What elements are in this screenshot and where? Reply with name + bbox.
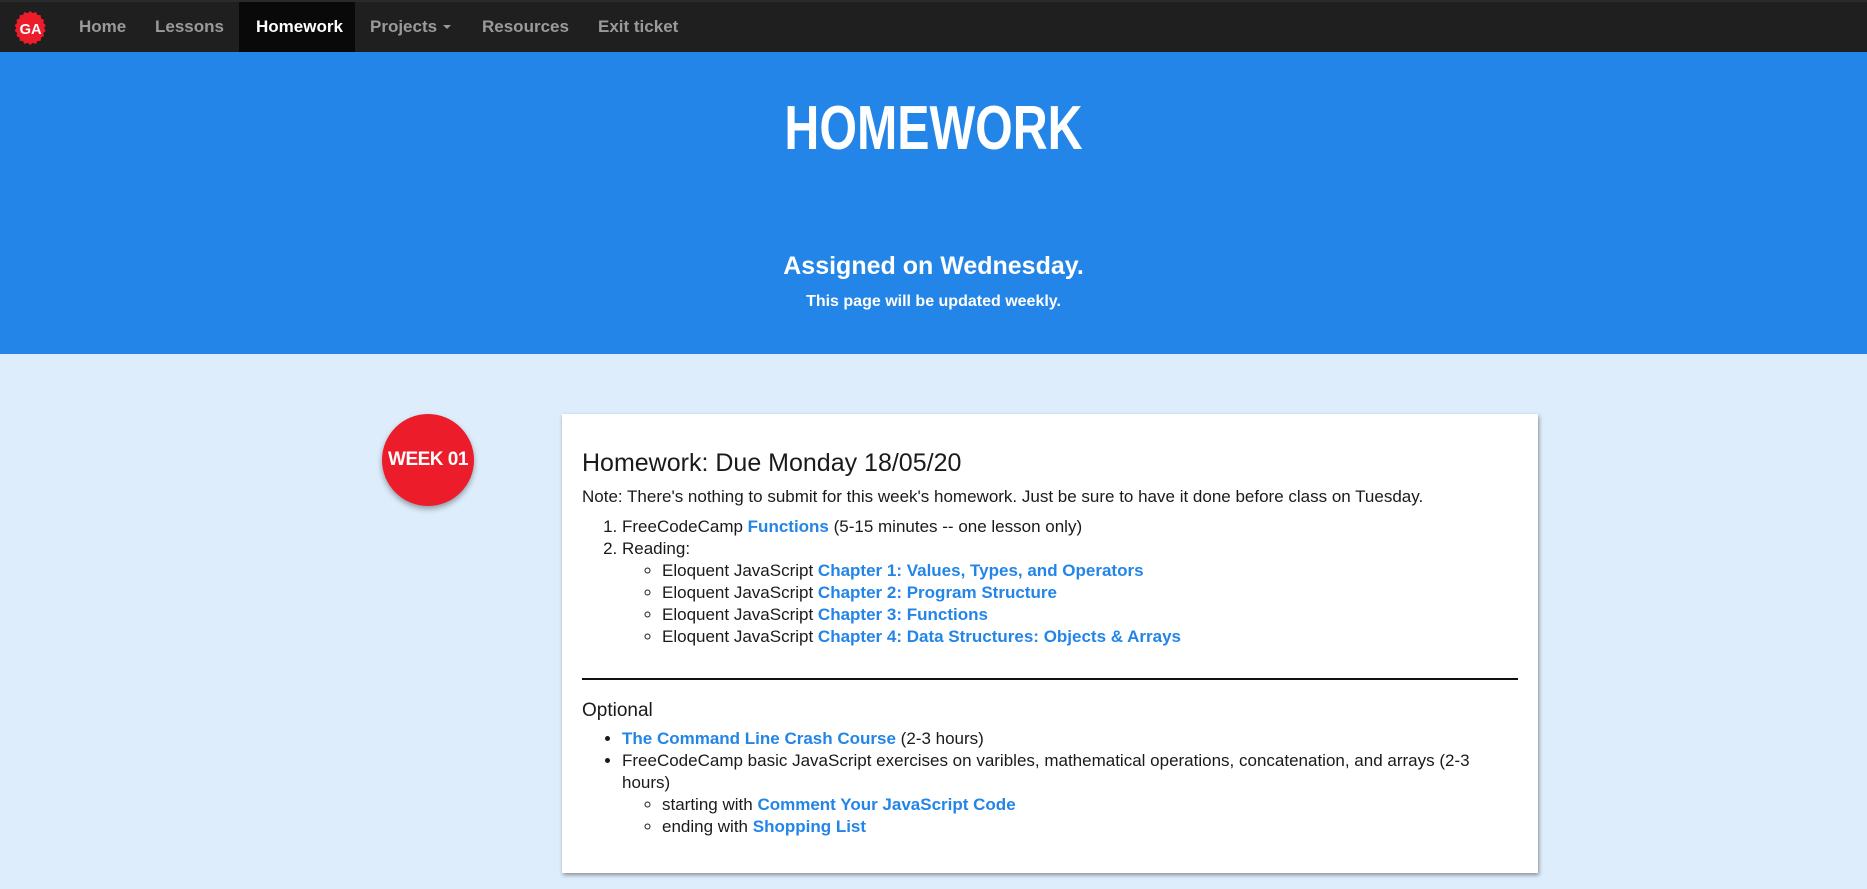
item-text: (2-3 hours)	[895, 729, 984, 748]
chapter-3-link[interactable]: Chapter 3: Functions	[818, 605, 988, 624]
item-text: Eloquent JavaScript	[662, 605, 818, 624]
list-item: Eloquent JavaScript Chapter 4: Data Stru…	[662, 626, 1518, 648]
nav-lessons[interactable]: Lessons	[155, 2, 224, 52]
update-note: This page will be updated weekly.	[806, 293, 1061, 310]
ga-logo-icon[interactable]: GA	[14, 11, 48, 45]
assigned-day: Assigned on Wednesday.	[783, 252, 1084, 280]
homework-note: Note: There's nothing to submit for this…	[582, 487, 1424, 506]
list-item: Eloquent JavaScript Chapter 2: Program S…	[662, 582, 1518, 604]
list-item: The Command Line Crash Course (2-3 hours…	[622, 728, 1518, 750]
item-text: FreeCodeCamp basic JavaScript exercises …	[622, 751, 1470, 792]
list-item: Eloquent JavaScript Chapter 3: Functions	[662, 604, 1518, 626]
command-line-crash-course-link[interactable]: The Command Line Crash Course	[622, 729, 896, 748]
nav-projects-dropdown[interactable]: Projects	[370, 2, 452, 52]
item-text: Eloquent JavaScript	[662, 583, 818, 602]
chapter-2-link[interactable]: Chapter 2: Program Structure	[818, 583, 1057, 602]
nav-projects-label: Projects	[370, 17, 438, 36]
chapter-4-link[interactable]: Chapter 4: Data Structures: Objects & Ar…	[818, 627, 1181, 646]
item-text: starting with	[662, 795, 758, 814]
item-text: FreeCodeCamp	[622, 517, 748, 536]
item-text: Eloquent JavaScript	[662, 561, 818, 580]
caret-down-icon	[443, 24, 452, 29]
section-divider	[582, 678, 1518, 680]
optional-sublist: starting with Comment Your JavaScript Co…	[622, 794, 1518, 838]
optional-list: The Command Line Crash Course (2-3 hours…	[582, 728, 1518, 838]
list-item: FreeCodeCamp basic JavaScript exercises …	[622, 750, 1518, 838]
list-item: FreeCodeCamp Functions (5-15 minutes -- …	[622, 516, 1518, 538]
optional-heading: Optional	[582, 700, 653, 721]
item-text: Eloquent JavaScript	[662, 627, 818, 646]
reading-sublist: Eloquent JavaScript Chapter 1: Values, T…	[622, 560, 1518, 648]
comment-your-javascript-code-link[interactable]: Comment Your JavaScript Code	[757, 795, 1015, 814]
svg-text:GA: GA	[20, 22, 42, 38]
nav-exit-ticket[interactable]: Exit ticket	[598, 2, 678, 52]
top-navbar: GA Home Lessons Homework Projects Resour…	[0, 0, 1867, 52]
chapter-1-link[interactable]: Chapter 1: Values, Types, and Operators	[818, 561, 1144, 580]
list-item: ending with Shopping List	[662, 816, 1518, 838]
list-item: starting with Comment Your JavaScript Co…	[662, 794, 1518, 816]
hero-banner: HOMEWORK Assigned on Wednesday. This pag…	[0, 52, 1867, 354]
nav-home[interactable]: Home	[79, 2, 126, 52]
page-title: HOMEWORK	[784, 94, 1083, 163]
homework-card: Homework: Due Monday 18/05/20 Note: Ther…	[562, 414, 1538, 873]
homework-due-title: Homework: Due Monday 18/05/20	[582, 449, 962, 477]
homework-list: FreeCodeCamp Functions (5-15 minutes -- …	[582, 516, 1518, 648]
nav-homework[interactable]: Homework	[239, 2, 355, 52]
item-text: ending with	[662, 817, 753, 836]
freecodecamp-functions-link[interactable]: Functions	[748, 517, 829, 536]
nav-resources[interactable]: Resources	[482, 2, 569, 52]
week-badge: WEEK 01	[382, 414, 474, 506]
item-text: (5-15 minutes -- one lesson only)	[828, 517, 1083, 536]
shopping-list-link[interactable]: Shopping List	[753, 817, 866, 836]
list-item: Eloquent JavaScript Chapter 1: Values, T…	[662, 560, 1518, 582]
reading-label: Reading:	[622, 539, 691, 558]
list-item: Reading: Eloquent JavaScript Chapter 1: …	[622, 538, 1518, 648]
